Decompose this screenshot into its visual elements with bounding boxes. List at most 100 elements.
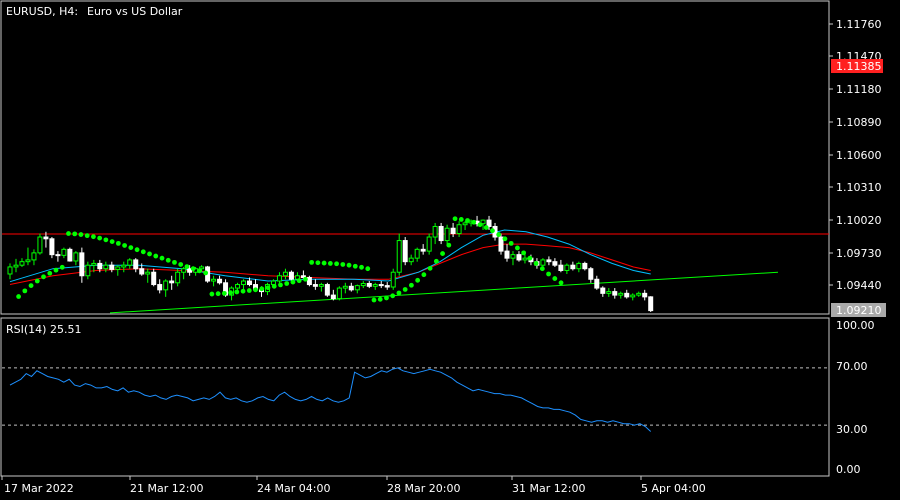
psar-dot [28,283,34,289]
psar-dot [471,219,477,225]
candle-body [372,284,378,287]
candle-body [235,284,241,289]
time-label: 31 Mar 12:00 [512,482,585,495]
candle-body [576,262,582,270]
psar-dot [165,257,171,263]
candle-body [175,271,181,284]
psar-dot [303,276,308,282]
psar-dot [546,271,551,277]
candle-body [618,292,624,296]
psar-dot [415,277,421,283]
psar-dot [440,251,445,256]
psar-dot [346,262,352,268]
psar-dot [352,263,358,269]
psar-dot [290,279,296,285]
psar-dot [465,218,470,223]
candle-body [43,236,49,240]
candle-body [438,225,444,242]
price-tick-label: 1.11180 [836,83,882,96]
candle-body [19,261,25,266]
candle-body [31,252,37,261]
price-tick-label: 1.09440 [836,279,882,292]
psar-dot [515,245,520,251]
candle-body [139,268,145,275]
psar-dot [496,232,502,237]
candle-body [642,292,648,298]
candle-body [498,236,504,252]
candle-body [558,264,564,271]
psar-dot [265,285,271,291]
psar-dot [47,270,53,276]
price-tick-label: 1.10020 [836,214,882,227]
psar-dot [452,216,458,222]
candle-body [91,262,97,266]
psar-dot [197,268,202,274]
candle-body [552,261,558,266]
psar-dot [72,231,78,237]
candle-body [115,266,121,270]
trading-chart[interactable]: EURUSD, H4: Euro vs US Dollar 1.11760 1.… [0,0,900,500]
candle-body [606,291,612,294]
psar-dot [215,291,221,297]
candle-body [504,250,510,259]
candle-body [157,284,163,291]
psar-dot [128,245,134,250]
psar-dot [539,266,545,272]
psar-dot [53,267,59,273]
candle-body [348,285,354,291]
candle-body [67,248,73,262]
psar-dot [558,280,564,286]
candle-body [181,268,187,273]
psar-dot [134,247,140,253]
psar-dot [103,237,109,243]
candle-body [342,285,348,289]
candle-body [456,224,462,235]
psar-dot [122,243,127,248]
candle-body [79,252,85,277]
candle-body [336,287,342,300]
candle-body [121,264,127,268]
candle-body [330,294,336,300]
candle-body [612,291,618,296]
candle-body [151,271,157,286]
price-tick-label: 1.10600 [836,149,882,162]
candle-body [217,278,223,284]
candle-body [582,262,588,270]
psar-dot [327,261,333,266]
candle-body [312,284,318,287]
psar-dot [502,236,508,242]
psar-dot [359,264,364,270]
candle-body [163,280,169,291]
candle-body [570,264,576,270]
psar-dot [34,278,40,284]
psar-dot [140,249,146,255]
psar-dot [527,255,533,261]
time-label: 24 Mar 04:00 [257,482,330,495]
psar-dot [78,232,84,237]
psar-dot [228,290,233,296]
candle-body [318,284,324,287]
psar-dot [365,266,371,272]
candle-body [288,271,294,280]
rsi-indicator-label: RSI(14) 25.51 [6,323,81,336]
psar-dot [508,240,514,246]
candle-body [546,259,552,263]
psar-dot [184,264,190,270]
psar-dot [340,262,346,267]
psar-dot [16,294,21,299]
psar-dot [240,288,246,294]
price-tick-label: 1.10890 [836,116,882,129]
candle-body [103,264,109,270]
psar-dot [334,261,339,267]
hline-price-label: 1.11385 [836,60,882,73]
candle-body [402,240,408,263]
candle-body [85,264,91,277]
time-label: 17 Mar 2022 [4,482,74,495]
candle-body [25,259,31,263]
psar-dot [66,231,71,236]
candle-body [630,294,636,298]
candle-body [169,280,175,284]
psar-dot [271,283,277,289]
candle-body [247,280,253,286]
rsi-tick-label: 30.00 [836,423,868,436]
